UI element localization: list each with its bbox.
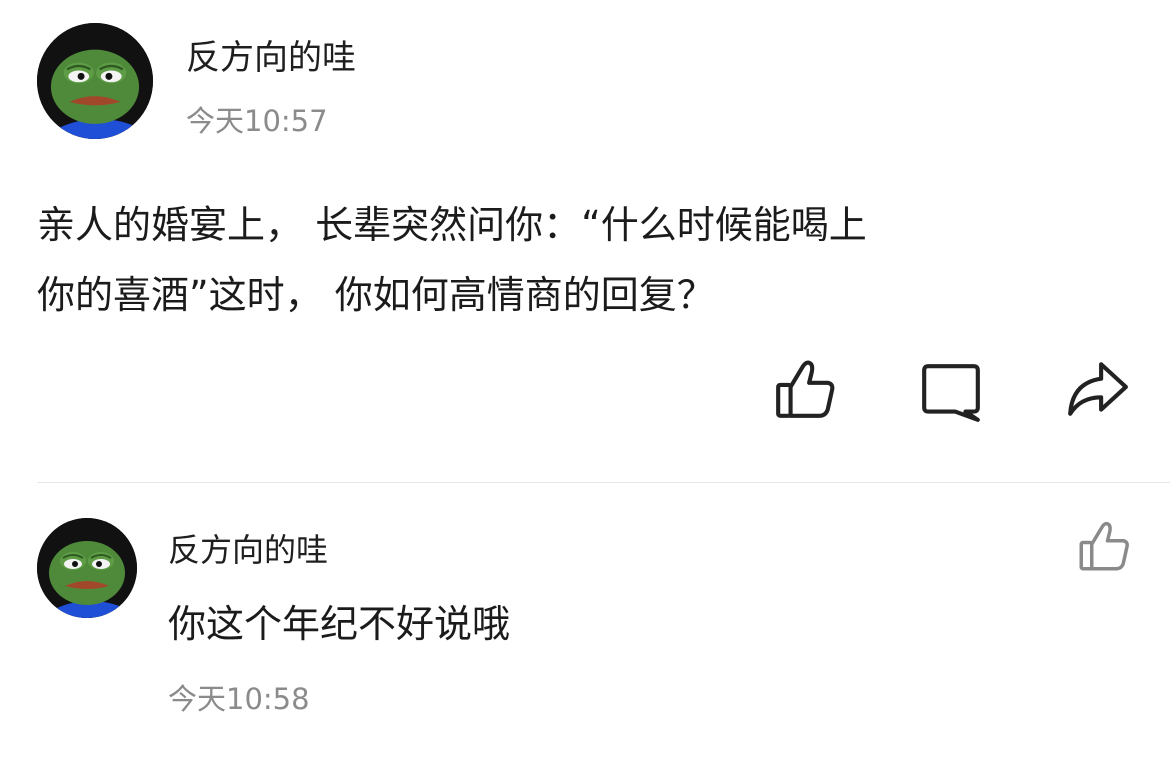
comment-text: 你这个年纪不好说哦 bbox=[168, 602, 511, 646]
share-button[interactable] bbox=[1064, 356, 1130, 422]
post-text: 亲人的婚宴上， 长辈突然问你：“什么时候能喝上 你的喜酒”这时， 你如何高情商的… bbox=[37, 190, 1137, 330]
post-avatar[interactable] bbox=[37, 23, 153, 139]
divider bbox=[37, 482, 1170, 483]
comment-timestamp: 今天10:58 bbox=[168, 682, 310, 716]
comment-button[interactable] bbox=[918, 360, 984, 426]
comment-like-button[interactable] bbox=[1076, 518, 1132, 574]
thumbs-up-icon bbox=[1079, 521, 1129, 571]
comment-avatar[interactable] bbox=[37, 518, 137, 618]
comment-icon bbox=[922, 364, 980, 422]
like-button[interactable] bbox=[772, 356, 838, 422]
post-username[interactable]: 反方向的哇 bbox=[186, 30, 356, 79]
thumbs-up-icon bbox=[776, 360, 835, 418]
share-icon bbox=[1068, 362, 1128, 416]
comment-username[interactable]: 反方向的哇 bbox=[168, 525, 328, 571]
post-text-line: 你的喜酒”这时， 你如何高情商的回复？ bbox=[37, 273, 715, 317]
post-timestamp: 今天10:57 bbox=[186, 104, 328, 138]
post-text-line: 亲人的婚宴上， 长辈突然问你：“什么时候能喝上 bbox=[37, 203, 867, 247]
